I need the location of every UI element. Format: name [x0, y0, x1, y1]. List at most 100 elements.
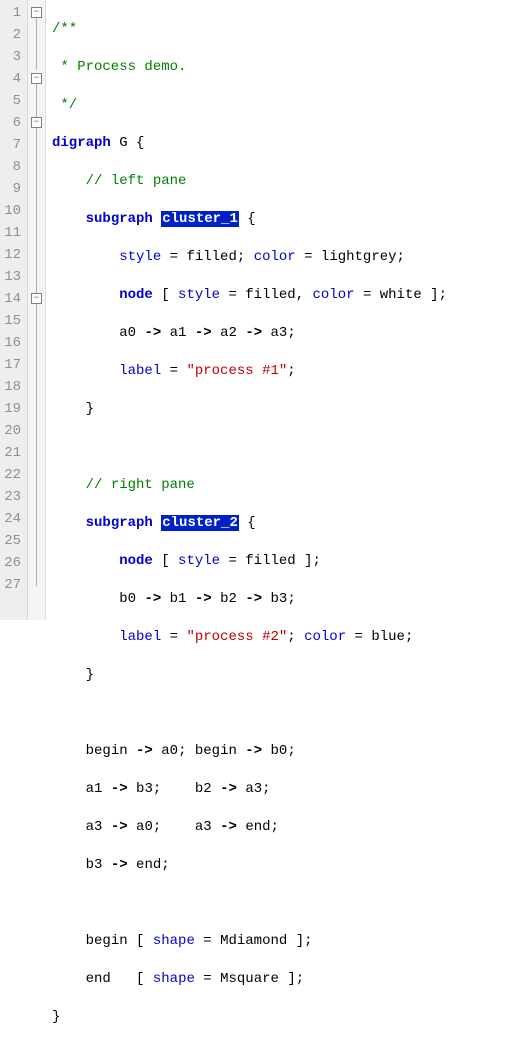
arrow: -> [111, 857, 128, 873]
arrow: -> [245, 743, 262, 759]
node-id: end [245, 819, 270, 835]
value: filled [245, 287, 295, 303]
value: Mdiamond [220, 933, 287, 949]
arrow: -> [195, 591, 212, 607]
punct: ] [304, 553, 312, 569]
punct: ; [405, 629, 413, 645]
comment: /** [52, 21, 77, 37]
arrow: -> [144, 591, 161, 607]
value: filled [245, 553, 295, 569]
node-id: end [86, 971, 111, 987]
punct: = [228, 287, 236, 303]
brace: { [136, 135, 144, 151]
attr: style [178, 553, 220, 569]
arrow: -> [144, 325, 161, 341]
attr: label [119, 629, 161, 645]
attr: label [119, 363, 161, 379]
node-id: b1 [170, 591, 187, 607]
brace: { [247, 515, 255, 531]
fold-toggle-icon[interactable]: − [31, 7, 42, 18]
comment: // right pane [86, 477, 195, 493]
punct: [ [136, 933, 144, 949]
node-id: a3 [86, 819, 103, 835]
punct: ; [153, 819, 161, 835]
punct: ; [287, 363, 295, 379]
keyword-subgraph: subgraph [86, 211, 153, 227]
punct: ] [296, 933, 304, 949]
node-id: b0 [271, 743, 288, 759]
cluster-name-highlight: cluster_2 [161, 515, 239, 531]
node-id: b2 [195, 781, 212, 797]
punct: ; [161, 857, 169, 873]
node-id: a3 [245, 781, 262, 797]
value: filled [186, 249, 236, 265]
punct: [ [161, 287, 169, 303]
arrow: -> [136, 743, 153, 759]
punct: = [228, 553, 236, 569]
node-id: begin [86, 743, 128, 759]
punct: ] [287, 971, 295, 987]
punct: ; [287, 743, 295, 759]
arrow: -> [220, 819, 237, 835]
brace: { [247, 211, 255, 227]
punct: [ [161, 553, 169, 569]
fold-toggle-icon[interactable]: − [31, 117, 42, 128]
punct: ; [439, 287, 447, 303]
node-id: a0 [136, 819, 153, 835]
fold-toggle-icon[interactable]: − [31, 293, 42, 304]
fold-column: − − − − [28, 0, 46, 620]
arrow: -> [195, 325, 212, 341]
punct: ; [153, 781, 161, 797]
punct: = [170, 629, 178, 645]
punct: ; [313, 553, 321, 569]
arrow: -> [245, 591, 262, 607]
attr: color [254, 249, 296, 265]
arrow: -> [111, 781, 128, 797]
punct: ; [304, 933, 312, 949]
node-id: b3 [86, 857, 103, 873]
punct: = [304, 249, 312, 265]
fold-toggle-icon[interactable]: − [31, 73, 42, 84]
node-id: a3 [271, 325, 288, 341]
attr: style [119, 249, 161, 265]
value: Msquare [220, 971, 279, 987]
punct: = [203, 933, 211, 949]
punct: ; [287, 325, 295, 341]
keyword-node: node [119, 553, 153, 569]
attr: color [313, 287, 355, 303]
node-id: b3 [271, 591, 288, 607]
value: lightgrey [321, 249, 397, 265]
node-id: a3 [195, 819, 212, 835]
brace: } [52, 1009, 60, 1025]
punct: = [170, 363, 178, 379]
punct: ] [430, 287, 438, 303]
punct: ; [397, 249, 405, 265]
arrow: -> [245, 325, 262, 341]
punct: = [203, 971, 211, 987]
node-id: a0 [119, 325, 136, 341]
cluster-name-highlight: cluster_1 [161, 211, 239, 227]
punct: [ [136, 971, 144, 987]
code-editor[interactable]: 1 2 3 4 5 6 7 8 9 10 11 12 13 14 15 16 1… [0, 0, 529, 620]
node-id: a2 [220, 325, 237, 341]
punct: ; [287, 629, 295, 645]
punct: ; [262, 781, 270, 797]
arrow: -> [220, 781, 237, 797]
attr: style [178, 287, 220, 303]
line-number-gutter: 1 2 3 4 5 6 7 8 9 10 11 12 13 14 15 16 1… [0, 0, 28, 620]
brace: } [86, 667, 94, 683]
code-area[interactable]: /** * Process demo. */ digraph G { // le… [46, 0, 447, 620]
string: "process #1" [186, 363, 287, 379]
value: blue [371, 629, 405, 645]
comment: * Process demo. [52, 59, 186, 75]
punct: ; [271, 819, 279, 835]
comment: */ [52, 97, 77, 113]
node-id: b0 [119, 591, 136, 607]
string: "process #2" [186, 629, 287, 645]
punct: , [296, 287, 304, 303]
keyword-subgraph: subgraph [86, 515, 153, 531]
punct: = [355, 629, 363, 645]
node-id: begin [195, 743, 237, 759]
punct: ; [178, 743, 186, 759]
node-id: a1 [86, 781, 103, 797]
